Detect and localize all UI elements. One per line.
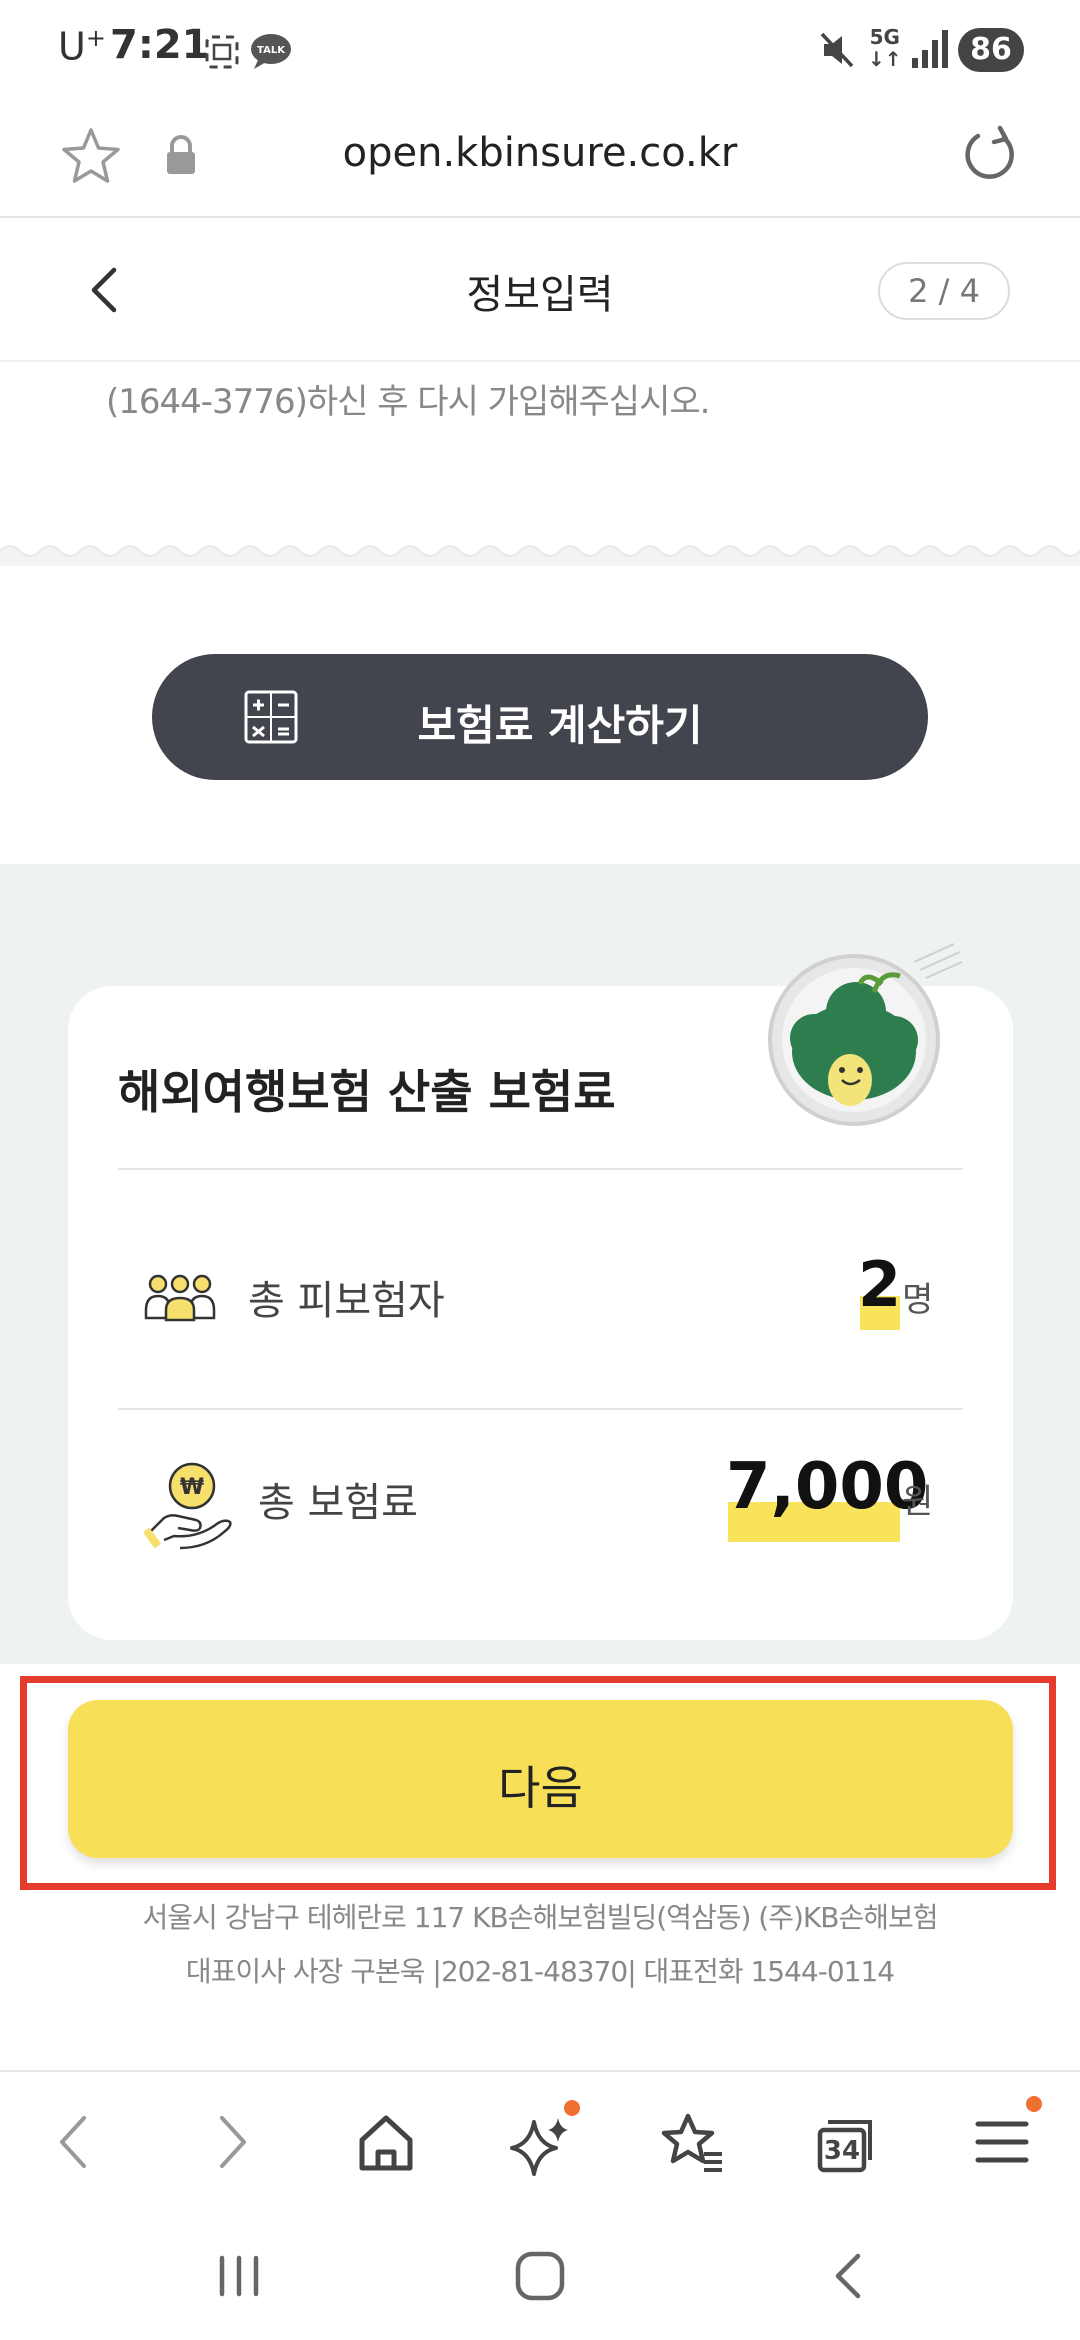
insured-count-value: 2 [858,1248,902,1321]
carrier-label: U+ [58,24,106,69]
battery-indicator: 86 [958,28,1024,72]
card-divider [118,1168,963,1170]
next-button[interactable]: 다음 [68,1700,1013,1858]
page-header: 정보입력 2 / 4 [0,218,1080,362]
signal-icon [912,30,948,68]
system-back-icon[interactable] [818,2246,882,2306]
status-time: 7:21 [110,22,210,68]
system-navigation-bar [0,2210,1080,2340]
total-premium-value: 7,000 [726,1450,929,1524]
next-button-label: 다음 [498,1761,583,1815]
card-divider [118,1408,963,1410]
bookmarks-icon[interactable] [642,2092,742,2192]
home-button-icon[interactable] [508,2246,572,2306]
insured-count-unit: 명 [902,1280,934,1320]
notification-dot [564,2100,580,2116]
insured-count-label: 총 피보험자 [248,1278,445,1324]
total-premium-unit: 원 [902,1482,934,1522]
coin-hand-icon: ₩ [144,1462,232,1550]
home-icon[interactable] [336,2092,436,2192]
browser-toolbar: 34 [0,2070,1080,2210]
footer-address: 서울시 강남구 테헤란로 117 KB손해보험빌딩(역삼동) (주)KB손해보험 [142,1901,938,1934]
tab-count: 34 [823,2136,861,2166]
tree-mascot-icon [768,943,963,1126]
svg-text:₩: ₩ [180,1475,204,1500]
step-indicator: 2 / 4 [878,262,1010,320]
browser-back-icon[interactable] [24,2092,124,2192]
notice-text: (1644-3776)하신 후 다시 가입해주십시오. [106,382,710,422]
status-bar: U+ 7:21 TALK 5G ↓↑ 86 [0,0,1080,100]
mute-icon [820,32,854,68]
network-type-label: 5G ↓↑ [868,25,902,71]
svg-text:TALK: TALK [257,45,286,56]
calculate-premium-button[interactable]: 보험료 계산하기 [152,654,928,780]
browser-address-bar: open.kbinsure.co.kr [0,100,1080,218]
url-text[interactable]: open.kbinsure.co.kr [0,130,1080,176]
total-premium-label: 총 보험료 [258,1480,418,1526]
notification-dot [1026,2096,1042,2112]
footer-company-info: 대표이사 사장 구본욱 |202-81-48370| 대표전화 1544-011… [185,1955,895,1988]
screenshot-icon [205,35,239,69]
card-title: 해외여행보험 산출 보험료 [118,1065,616,1119]
calculate-premium-label: 보험료 계산하기 [417,701,703,750]
talk-icon: TALK [251,34,291,69]
wavy-divider [0,545,1080,566]
people-icon [144,1274,216,1322]
tabs-button[interactable]: 34 [796,2092,896,2192]
browser-forward-icon[interactable] [182,2092,282,2192]
reload-icon[interactable] [960,124,1020,186]
recent-apps-icon[interactable] [204,2246,274,2306]
